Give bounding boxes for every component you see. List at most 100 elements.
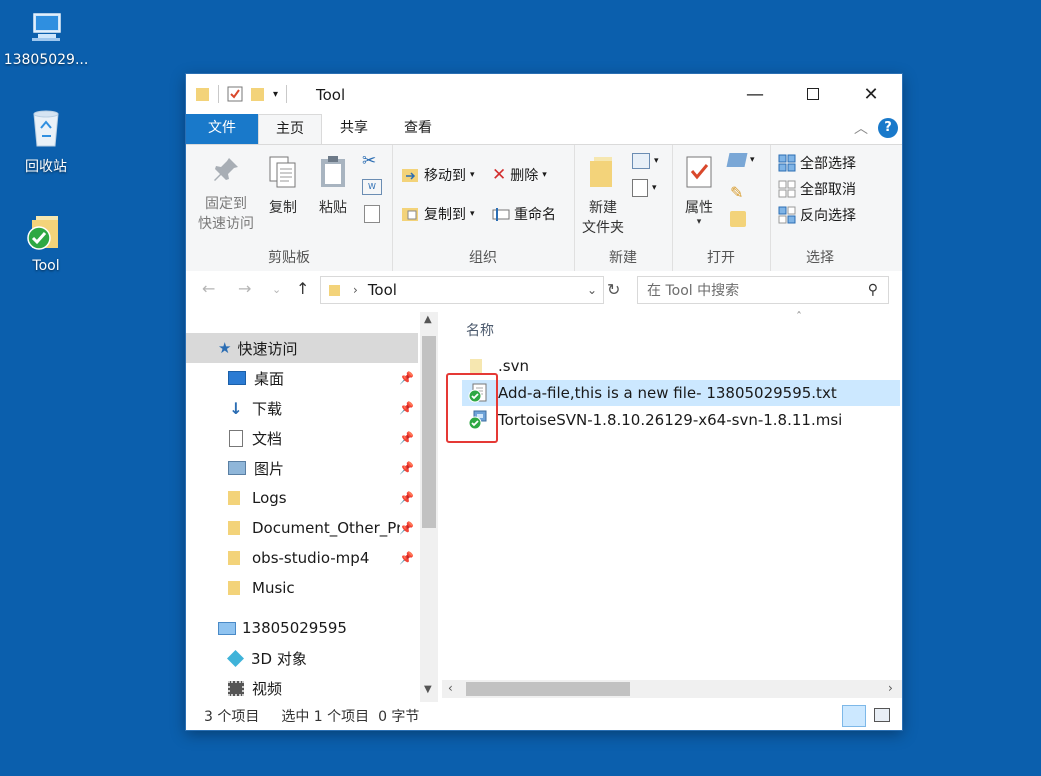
- chevron-down-icon: ▾: [470, 209, 475, 219]
- column-header-name[interactable]: 名称: [466, 320, 494, 340]
- ribbon: 固定到 快速访问 复制 粘贴 ✂ W 剪贴板 移动到 ▾ ✕ 删除 ▾ 复制到 …: [186, 144, 902, 272]
- nav-item-desktop[interactable]: 桌面 📌: [186, 363, 418, 393]
- refresh-icon[interactable]: ↻: [607, 280, 620, 299]
- edit-icon[interactable]: ✎: [730, 183, 743, 202]
- move-to-button[interactable]: 移动到 ▾: [402, 165, 475, 185]
- details-view-icon[interactable]: [842, 705, 866, 727]
- new-folder-button[interactable]: 新建 文件夹: [578, 155, 628, 237]
- forward-arrow-icon[interactable]: →: [238, 279, 251, 298]
- tab-view[interactable]: 查看: [390, 114, 446, 144]
- folder-icon: [329, 285, 340, 296]
- chevron-down-icon: ▾: [696, 217, 702, 227]
- maximize-button[interactable]: [784, 74, 842, 114]
- file-row[interactable]: TortoiseSVN-1.8.10.26129-x64-svn-1.8.11.…: [462, 407, 900, 433]
- open-icon: [726, 153, 748, 167]
- scroll-left-icon[interactable]: ‹: [448, 681, 453, 695]
- selection-info: 选中 1 个项目 0 字节: [281, 709, 420, 725]
- history-icon[interactable]: [730, 211, 746, 227]
- rename-button[interactable]: 重命名: [492, 204, 556, 224]
- nav-item-label: 3D 对象: [251, 649, 307, 668]
- properties-icon[interactable]: [227, 86, 243, 102]
- pin-icon[interactable]: 📌: [399, 461, 414, 475]
- invert-selection-button[interactable]: 反向选择: [778, 205, 856, 225]
- paste-shortcut-icon[interactable]: [364, 205, 380, 223]
- nav-item-label: 下载: [252, 399, 283, 418]
- nav-this-pc[interactable]: 13805029595: [186, 613, 418, 643]
- select-none-button[interactable]: 全部取消: [778, 179, 856, 199]
- chevron-down-icon[interactable]: ▾: [273, 89, 278, 100]
- paste-label: 粘贴: [319, 200, 347, 216]
- nav-item-label: 文档: [252, 429, 283, 448]
- desktop-icon-this-pc[interactable]: 13805029...: [0, 8, 92, 68]
- nav-item-documents[interactable]: 文档 📌: [186, 423, 418, 453]
- search-input[interactable]: 在 Tool 中搜索 ⚲: [637, 276, 889, 304]
- pin-icon[interactable]: 📌: [399, 491, 414, 505]
- nav-quick-access[interactable]: ★ 快速访问: [186, 333, 418, 363]
- file-list: 名称 ˆ .svn Add-a-file,this is a new file-…: [442, 310, 902, 702]
- copy-button[interactable]: 复制: [262, 155, 304, 217]
- nav-item-videos[interactable]: 视频: [186, 673, 418, 702]
- scroll-down-icon[interactable]: ▼: [424, 684, 432, 695]
- nav-item-downloads[interactable]: ↓ 下载 📌: [186, 393, 418, 423]
- select-all-button[interactable]: 全部选择: [778, 153, 856, 173]
- file-row[interactable]: .svn: [462, 353, 900, 379]
- copy-to-label: 复制到: [424, 207, 466, 223]
- delete-button[interactable]: ✕ 删除 ▾: [492, 165, 547, 185]
- large-icons-view-icon[interactable]: [874, 708, 890, 722]
- nav-item-obs-studio[interactable]: obs-studio-mp4 📌: [186, 543, 418, 573]
- file-row-selected[interactable]: Add-a-file,this is a new file- 138050295…: [462, 380, 900, 406]
- paste-button[interactable]: 粘贴: [312, 155, 354, 217]
- scrollbar-thumb[interactable]: [422, 336, 436, 528]
- tab-home[interactable]: 主页: [258, 114, 322, 145]
- nav-item-document-other[interactable]: Document_Other_Pr 📌: [186, 513, 418, 543]
- address-bar[interactable]: › Tool ⌄: [320, 276, 604, 304]
- nav-quick-access-label: 快速访问: [237, 339, 298, 358]
- scrollbar-thumb[interactable]: [466, 682, 630, 696]
- nav-item-logs[interactable]: Logs 📌: [186, 483, 418, 513]
- collapse-ribbon-icon[interactable]: ︿: [854, 118, 868, 138]
- chevron-down-icon: ▾: [654, 156, 659, 166]
- pin-icon[interactable]: 📌: [399, 371, 414, 385]
- tab-share[interactable]: 共享: [326, 114, 382, 144]
- select-all-icon: [778, 154, 796, 172]
- group-select: 全部选择 全部取消 反向选择 选择: [770, 145, 870, 271]
- tab-file[interactable]: 文件: [186, 114, 258, 144]
- nav-scrollbar[interactable]: ▲ ▼: [420, 312, 438, 702]
- scroll-right-icon[interactable]: ›: [888, 681, 893, 695]
- new-folder-icon[interactable]: [251, 86, 265, 102]
- scroll-up-icon[interactable]: ▲: [424, 314, 432, 325]
- nav-item-music[interactable]: Music: [186, 573, 418, 603]
- pin-icon[interactable]: 📌: [399, 521, 414, 535]
- properties-button[interactable]: 属性 ▾: [676, 155, 722, 227]
- pin-quick-access-button[interactable]: 固定到 快速访问: [194, 155, 258, 233]
- easy-access-button[interactable]: ▾: [632, 179, 657, 197]
- desktop-icon-recycle-bin[interactable]: 回收站: [0, 108, 92, 176]
- content-horizontal-scrollbar[interactable]: ‹ ›: [442, 680, 902, 698]
- group-label: 打开: [707, 250, 735, 266]
- chevron-down-icon[interactable]: ⌄: [587, 283, 597, 297]
- back-arrow-icon[interactable]: ←: [202, 279, 215, 298]
- nav-item-3d-objects[interactable]: 3D 对象: [186, 643, 418, 673]
- file-name: TortoiseSVN-1.8.10.26129-x64-svn-1.8.11.…: [498, 411, 843, 429]
- nav-item-pictures[interactable]: 图片 📌: [186, 453, 418, 483]
- help-icon[interactable]: ?: [878, 118, 898, 138]
- copy-to-button[interactable]: 复制到 ▾: [402, 204, 475, 224]
- star-icon: ★: [218, 339, 232, 357]
- recycle-bin-icon: [33, 110, 59, 147]
- desktop-icon-tool[interactable]: Tool: [0, 212, 92, 274]
- recent-locations-icon[interactable]: ⌄: [272, 283, 281, 296]
- open-button[interactable]: ▾: [726, 153, 755, 167]
- up-arrow-icon[interactable]: ↑: [296, 279, 309, 298]
- pin-icon[interactable]: 📌: [399, 401, 414, 415]
- breadcrumb[interactable]: Tool: [368, 281, 397, 299]
- new-item-button[interactable]: ▾: [632, 153, 659, 169]
- close-button[interactable]: ✕: [842, 74, 900, 114]
- pin-icon[interactable]: 📌: [399, 431, 414, 445]
- properties-label: 属性: [685, 200, 713, 216]
- minimize-button[interactable]: —: [726, 74, 784, 114]
- cut-icon[interactable]: ✂: [362, 151, 376, 171]
- copy-path-icon[interactable]: W: [362, 179, 382, 195]
- pin-icon[interactable]: 📌: [399, 551, 414, 565]
- search-icon[interactable]: ⚲: [868, 282, 878, 298]
- nav-item-label: obs-studio-mp4: [252, 549, 370, 567]
